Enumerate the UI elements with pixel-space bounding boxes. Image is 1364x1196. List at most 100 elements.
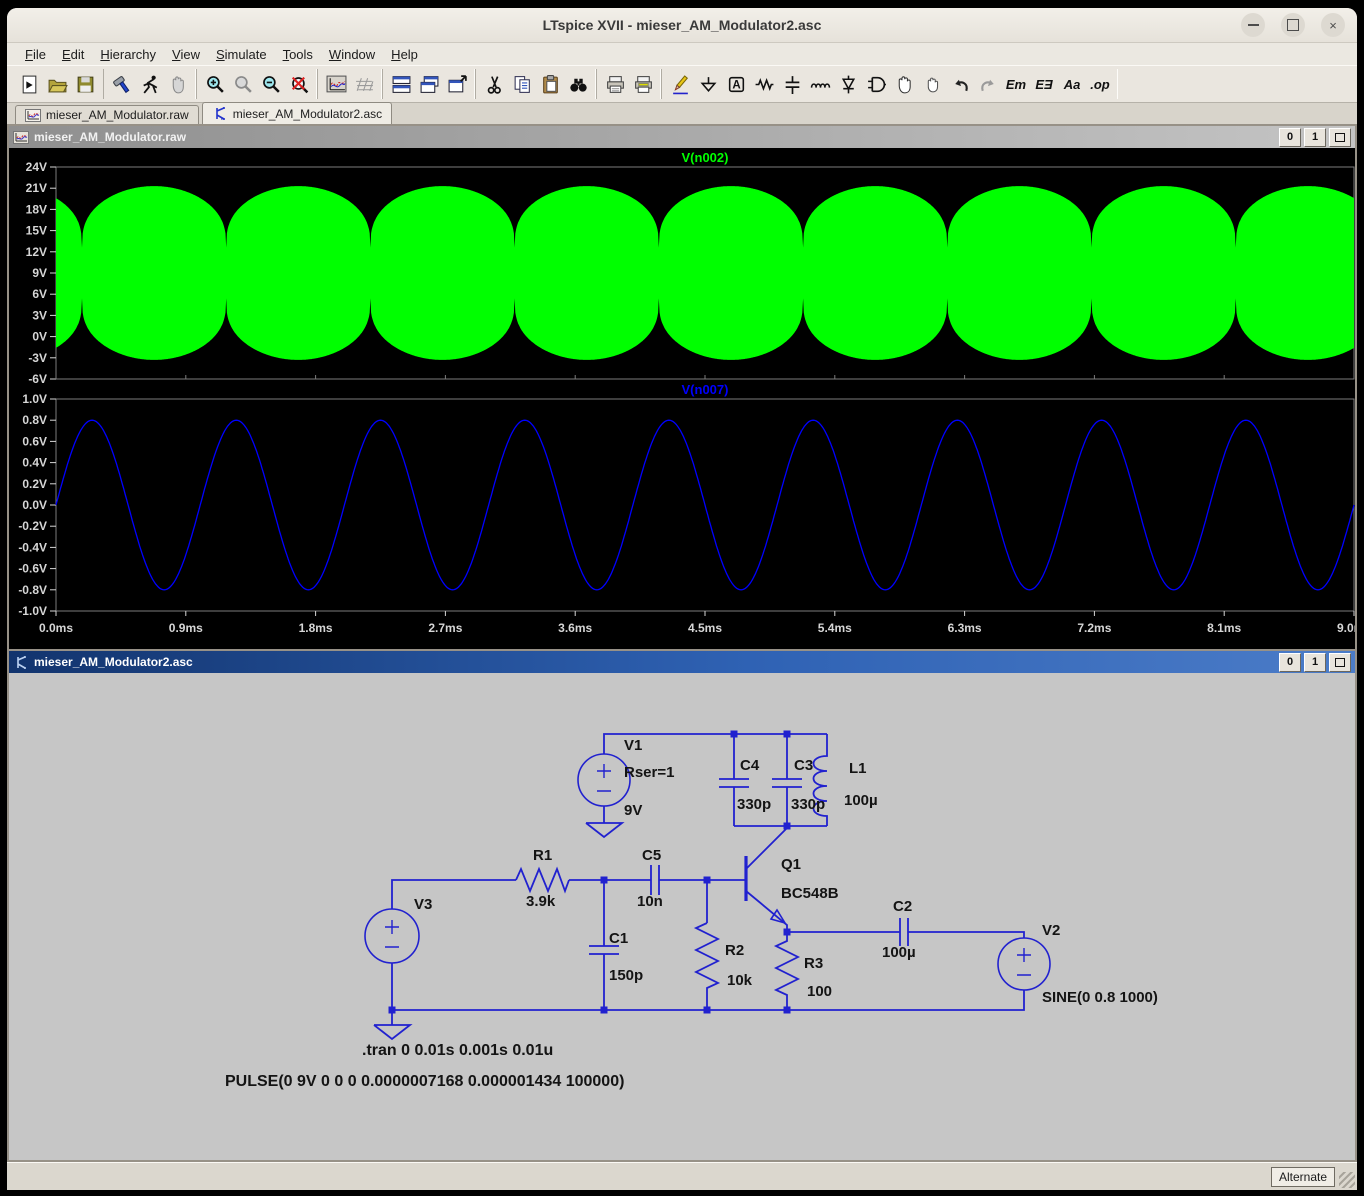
schematic-label-r2_value[interactable]: 10k <box>727 973 752 990</box>
menu-help[interactable]: Help <box>383 45 426 64</box>
ytick-top: 24V <box>26 160 47 174</box>
view-waveform-icon[interactable] <box>322 70 350 98</box>
menu-edit[interactable]: Edit <box>54 45 92 64</box>
inductor-icon[interactable] <box>806 70 834 98</box>
schematic-canvas[interactable]: V1 Rser=1 9V C4 330p C3 330p L1 100µ R1 3.9k C5 10n V… <box>9 673 1355 1160</box>
schematic-label-c2_value[interactable]: 100µ <box>882 945 916 962</box>
waveform-plot-area[interactable]: V(n002)V(n007)24V21V18V15V12V9V6V3V0V-3V… <box>9 148 1355 649</box>
alternate-mode-button[interactable]: Alternate <box>1271 1167 1335 1187</box>
schematic-label-c4_value[interactable]: 330p <box>737 797 771 814</box>
maximize-button[interactable] <box>1281 13 1305 37</box>
schematic-label-l1_name[interactable]: L1 <box>849 761 867 778</box>
waveform-window-button-0[interactable]: 0 <box>1279 128 1301 147</box>
move-icon[interactable] <box>890 70 918 98</box>
source-symbol-v3[interactable] <box>365 909 419 963</box>
schematic-window-button-0[interactable]: 0 <box>1279 653 1301 672</box>
schematic-label-c5_value[interactable]: 10n <box>637 894 663 911</box>
menu-window[interactable]: Window <box>321 45 383 64</box>
ground-icon[interactable] <box>694 70 722 98</box>
copy-icon[interactable] <box>508 70 536 98</box>
open-file-icon[interactable] <box>43 70 71 98</box>
print-icon[interactable] <box>601 70 629 98</box>
schematic-label-c1_name[interactable]: C1 <box>609 931 628 948</box>
diode-icon[interactable] <box>834 70 862 98</box>
schematic-label-q1_type[interactable]: BC548B <box>781 886 839 903</box>
view-netlist-icon[interactable] <box>350 70 378 98</box>
arrange-windows-icon[interactable] <box>443 70 471 98</box>
close-button[interactable]: × <box>1321 13 1345 37</box>
schematic-label-r1_value[interactable]: 3.9k <box>526 894 555 911</box>
trace-label-vn002[interactable]: V(n002) <box>682 150 729 165</box>
resize-grip[interactable] <box>1339 1172 1355 1188</box>
find-icon[interactable] <box>564 70 592 98</box>
schematic-label-r1_name[interactable]: R1 <box>533 848 552 865</box>
net-label-icon[interactable]: A <box>722 70 750 98</box>
schematic-label-tran_directive[interactable]: .tran 0 0.01s 0.001s 0.01u <box>362 1042 553 1060</box>
schematic-label-r2_name[interactable]: R2 <box>725 943 744 960</box>
cut-icon[interactable] <box>480 70 508 98</box>
halt-icon[interactable] <box>164 70 192 98</box>
new-schematic-icon[interactable] <box>15 70 43 98</box>
waveform-window-button-1[interactable]: 1 <box>1304 128 1326 147</box>
schematic-label-c3_value[interactable]: 330p <box>791 797 825 814</box>
schematic-label-c4_name[interactable]: C4 <box>740 758 759 775</box>
redo-icon[interactable] <box>974 70 1002 98</box>
drag-icon[interactable] <box>918 70 946 98</box>
rotate-icon[interactable]: EƎ <box>1030 70 1058 98</box>
spice-directive-icon[interactable]: .op <box>1086 70 1114 98</box>
trace-vn002[interactable] <box>56 186 1354 360</box>
cascade-windows-icon[interactable] <box>415 70 443 98</box>
waveform-window: mieser_AM_Modulator.raw 01 V(n002) V(n007… <box>7 124 1357 651</box>
waveform-window-titlebar[interactable]: mieser_AM_Modulator.raw 01 <box>9 126 1355 148</box>
zoom-in-icon[interactable] <box>201 70 229 98</box>
edit-pencil-icon[interactable] <box>666 70 694 98</box>
undo-icon[interactable] <box>946 70 974 98</box>
text-icon[interactable]: Aa <box>1058 70 1086 98</box>
paste-icon[interactable] <box>536 70 564 98</box>
zoom-back-icon[interactable] <box>229 70 257 98</box>
zoom-full-extents-icon[interactable] <box>285 70 313 98</box>
source-symbol-v2[interactable] <box>998 938 1050 990</box>
schematic-label-c2_name[interactable]: C2 <box>893 899 912 916</box>
waveform-window-restore-button[interactable] <box>1329 128 1351 147</box>
schematic-label-v2_name[interactable]: V2 <box>1042 923 1060 940</box>
schematic-label-q1_name[interactable]: Q1 <box>781 857 801 874</box>
menu-file[interactable]: File <box>17 45 54 64</box>
schematic-window-button-1[interactable]: 1 <box>1304 653 1326 672</box>
schematic-label-r3_value[interactable]: 100 <box>807 984 832 1001</box>
source-symbol-v1[interactable] <box>578 754 630 806</box>
schematic-label-c5_name[interactable]: C5 <box>642 848 661 865</box>
save-icon[interactable] <box>71 70 99 98</box>
schematic-label-c3_name[interactable]: C3 <box>794 758 813 775</box>
schematic-label-v2_value[interactable]: SINE(0 0.8 1000) <box>1042 990 1158 1007</box>
tab-mieser_AM_Modulator.raw[interactable]: mieser_AM_Modulator.raw <box>15 105 199 124</box>
schematic-label-v3_name[interactable]: V3 <box>414 897 432 914</box>
resistor-icon[interactable] <box>750 70 778 98</box>
run-icon[interactable] <box>136 70 164 98</box>
menu-tools[interactable]: Tools <box>275 45 321 64</box>
mirror-icon[interactable]: Em <box>1002 70 1030 98</box>
schematic-label-r3_name[interactable]: R3 <box>804 956 823 973</box>
zoom-out-icon[interactable] <box>257 70 285 98</box>
minimize-button[interactable] <box>1241 13 1265 37</box>
schematic-label-v1_value[interactable]: 9V <box>624 803 642 820</box>
trace-label-vn007[interactable]: V(n007) <box>682 382 729 397</box>
capacitor-icon[interactable] <box>778 70 806 98</box>
schematic-label-c1_value[interactable]: 150p <box>609 968 643 985</box>
schematic-label-pulse_directive[interactable]: PULSE(0 9V 0 0 0 0.0000007168 0.00000143… <box>225 1073 624 1091</box>
control-panel-icon[interactable] <box>108 70 136 98</box>
tab-mieser_AM_Modulator2.asc[interactable]: mieser_AM_Modulator2.asc <box>202 102 392 124</box>
schematic-label-v1_name[interactable]: V1 <box>624 738 642 755</box>
menu-view[interactable]: View <box>164 45 208 64</box>
schematic-window-titlebar[interactable]: mieser_AM_Modulator2.asc 01 <box>9 651 1355 673</box>
schematic-label-l1_value[interactable]: 100µ <box>844 793 878 810</box>
tile-horizontal-icon[interactable] <box>387 70 415 98</box>
ytick-bottom: 0.8V <box>22 413 47 427</box>
schematic-label-v1_rser[interactable]: Rser=1 <box>624 765 674 782</box>
menu-simulate[interactable]: Simulate <box>208 45 275 64</box>
print-setup-icon[interactable] <box>629 70 657 98</box>
schematic-window-restore-button[interactable] <box>1329 653 1351 672</box>
trace-vn007[interactable] <box>56 420 1354 590</box>
menu-hierarchy[interactable]: Hierarchy <box>92 45 164 64</box>
component-icon[interactable] <box>862 70 890 98</box>
